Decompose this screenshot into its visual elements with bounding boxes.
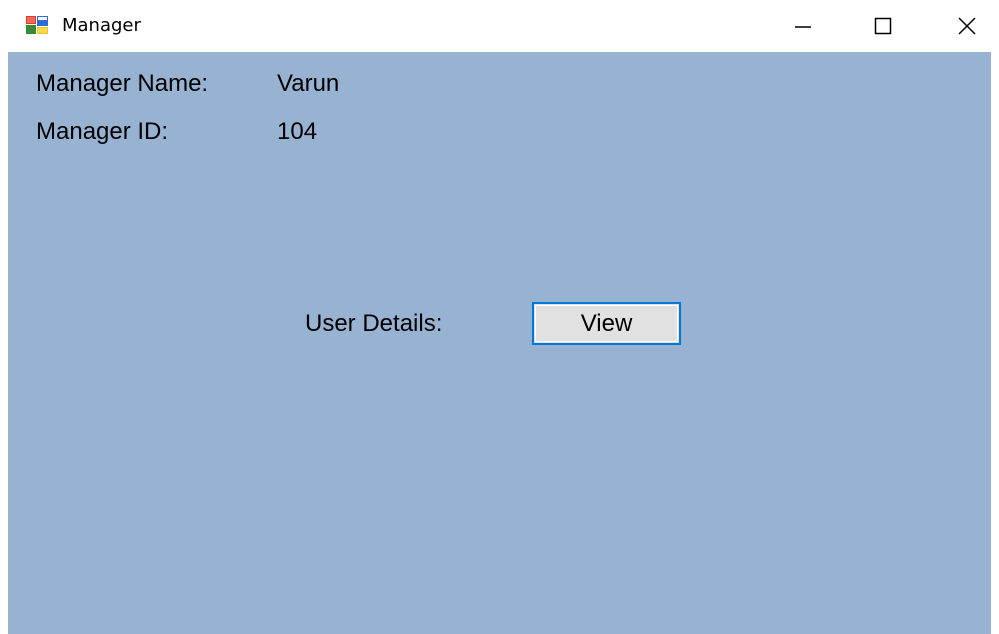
close-icon (958, 17, 976, 35)
window-title: Manager (62, 15, 141, 36)
maximize-icon (874, 17, 892, 35)
minimize-icon (795, 26, 811, 28)
user-details-label: User Details: (305, 310, 443, 337)
minimize-button[interactable] (780, 0, 826, 52)
manager-name-label: Manager Name: (36, 70, 209, 97)
title-bar[interactable]: Manager (0, 0, 999, 52)
manager-name-value: Varun (277, 70, 340, 97)
view-button[interactable]: View (532, 302, 681, 345)
close-button[interactable] (944, 0, 990, 52)
form-client-area: Manager Name: Varun Manager ID: 104 User… (8, 52, 991, 634)
manager-window: Manager Manager Name: Varun Manager ID: … (0, 0, 999, 634)
maximize-button[interactable] (860, 0, 906, 52)
manager-id-value: 104 (277, 118, 318, 145)
app-icon[interactable] (26, 16, 48, 34)
manager-id-label: Manager ID: (36, 118, 169, 145)
